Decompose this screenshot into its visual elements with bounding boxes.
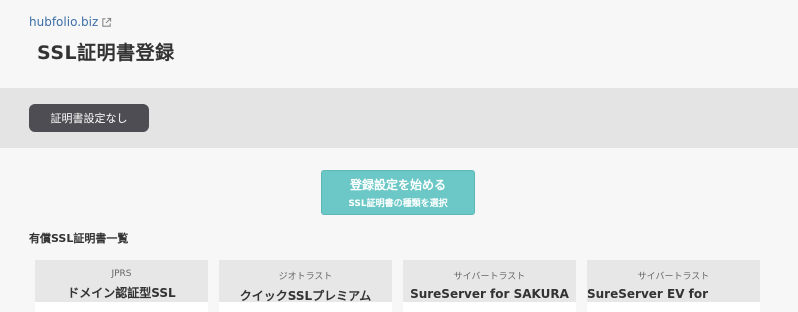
page-header: hubfolio.biz SSL証明書登録 xyxy=(0,0,798,88)
card-body xyxy=(587,302,760,312)
paid-ssl-heading: 有償SSL証明書一覧 xyxy=(29,232,129,245)
card-body xyxy=(35,302,208,312)
ssl-card-jprs[interactable]: JPRS ドメイン認証型SSL xyxy=(35,260,208,312)
ssl-card-sureserver-ev[interactable]: サイバートラスト SureServer EV for SAKURA xyxy=(587,260,760,312)
card-name: ドメイン認証型SSL xyxy=(67,286,176,300)
start-button-label: 登録設定を始める xyxy=(349,178,446,192)
ssl-card-geotrust[interactable]: ジオトラスト クイックSSLプレミアム xyxy=(219,260,392,312)
card-name: SureServer for SAKURA xyxy=(410,287,569,301)
card-body xyxy=(403,302,576,312)
card-provider: サイバートラスト xyxy=(637,272,710,282)
card-body xyxy=(219,302,392,312)
no-cert-button[interactable]: 証明書設定なし xyxy=(29,104,149,132)
card-provider: JPRS xyxy=(111,269,132,279)
start-button-sublabel: SSL証明書の種類を選択 xyxy=(348,199,448,209)
card-provider: サイバートラスト xyxy=(453,272,526,282)
card-provider: ジオトラスト xyxy=(278,272,333,282)
domain-link-text[interactable]: hubfolio.biz xyxy=(29,15,98,29)
domain-link[interactable]: hubfolio.biz xyxy=(29,15,112,29)
external-link-icon xyxy=(102,17,112,27)
start-registration-button[interactable]: 登録設定を始める SSL証明書の種類を選択 xyxy=(321,170,475,215)
ssl-card-sureserver[interactable]: サイバートラスト SureServer for SAKURA xyxy=(403,260,576,312)
ssl-card-list: JPRS ドメイン認証型SSL ジオトラスト クイックSSLプレミアム サイバー… xyxy=(35,260,760,312)
page-title: SSL証明書登録 xyxy=(37,42,175,64)
